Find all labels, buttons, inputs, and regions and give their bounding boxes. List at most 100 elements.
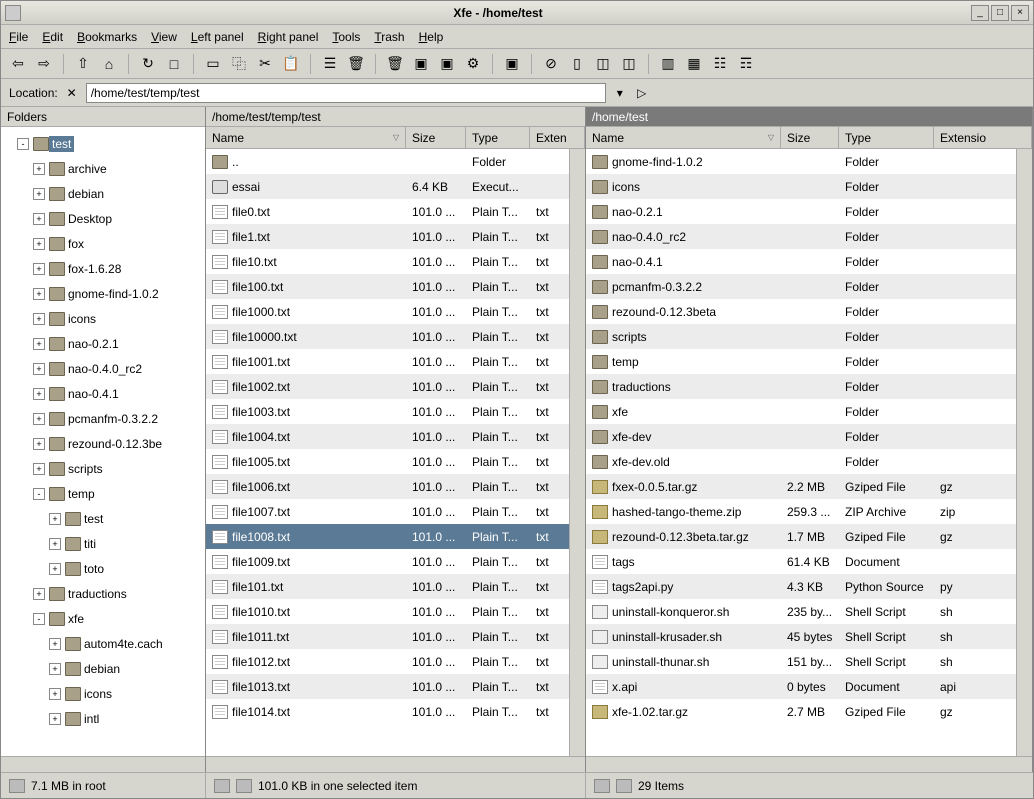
expander-icon[interactable]: + [49, 638, 61, 650]
table-row[interactable]: tags61.4 KBDocument [586, 549, 1016, 574]
table-row[interactable]: uninstall-krusader.sh45 bytesShell Scrip… [586, 624, 1016, 649]
table-row[interactable]: file1005.txt101.0 ...Plain T...txt [206, 449, 569, 474]
table-row[interactable]: file1003.txt101.0 ...Plain T...txt [206, 399, 569, 424]
expander-icon[interactable]: + [33, 588, 45, 600]
tree-item[interactable]: +toto [1, 556, 205, 581]
left-filelist[interactable]: ..Folderessai6.4 KBExecut...file0.txt101… [206, 149, 569, 756]
table-row[interactable]: file1007.txt101.0 ...Plain T...txt [206, 499, 569, 524]
tree-item[interactable]: +icons [1, 681, 205, 706]
table-row[interactable]: fxex-0.0.5.tar.gz2.2 MBGziped Filegz [586, 474, 1016, 499]
panel2-icon[interactable]: ◫ [592, 53, 614, 75]
expander-icon[interactable]: + [33, 213, 45, 225]
table-row[interactable]: rezound-0.12.3betaFolder [586, 299, 1016, 324]
tree-item[interactable]: -xfe [1, 606, 205, 631]
link-icon[interactable]: ⊘ [540, 53, 562, 75]
tree-item[interactable]: +scripts [1, 456, 205, 481]
expander-icon[interactable]: + [49, 663, 61, 675]
table-row[interactable]: file10.txt101.0 ...Plain T...txt [206, 249, 569, 274]
location-input[interactable] [86, 83, 606, 103]
table-row[interactable]: traductionsFolder [586, 374, 1016, 399]
fwd-icon[interactable]: ⇨ [33, 53, 55, 75]
col-name[interactable]: Name▽ [586, 127, 781, 148]
expander-icon[interactable]: + [49, 513, 61, 525]
table-row[interactable]: uninstall-thunar.sh151 by...Shell Script… [586, 649, 1016, 674]
panel3-icon[interactable]: ◫ [618, 53, 640, 75]
expander-icon[interactable]: + [33, 413, 45, 425]
tree-item[interactable]: +fox-1.6.28 [1, 256, 205, 281]
table-row[interactable]: file1012.txt101.0 ...Plain T...txt [206, 649, 569, 674]
expander-icon[interactable]: + [33, 463, 45, 475]
minimize-button[interactable]: _ [971, 5, 989, 21]
refresh-icon[interactable]: ↻ [137, 53, 159, 75]
table-row[interactable]: ..Folder [206, 149, 569, 174]
tree-item[interactable]: +rezound-0.12.3be [1, 431, 205, 456]
expander-icon[interactable]: + [33, 263, 45, 275]
props-icon[interactable]: ☰ [319, 53, 341, 75]
menu-left-panel[interactable]: Left panel [191, 30, 244, 44]
tree-item[interactable]: +debian [1, 656, 205, 681]
table-row[interactable]: gnome-find-1.0.2Folder [586, 149, 1016, 174]
left-hscroll[interactable] [206, 756, 585, 772]
close-button[interactable]: × [1011, 5, 1029, 21]
table-row[interactable]: file0.txt101.0 ...Plain T...txt [206, 199, 569, 224]
table-row[interactable]: file1000.txt101.0 ...Plain T...txt [206, 299, 569, 324]
tree-item[interactable]: +autom4te.cach [1, 631, 205, 656]
menu-bookmarks[interactable]: Bookmarks [77, 30, 137, 44]
expander-icon[interactable]: + [33, 338, 45, 350]
table-row[interactable]: file1008.txt101.0 ...Plain T...txt [206, 524, 569, 549]
col-ext[interactable]: Exten [530, 127, 585, 148]
expander-icon[interactable]: + [33, 313, 45, 325]
tree-item[interactable]: +icons [1, 306, 205, 331]
table-row[interactable]: xfeFolder [586, 399, 1016, 424]
menu-tools[interactable]: Tools [332, 30, 360, 44]
table-row[interactable]: xfe-1.02.tar.gz2.7 MBGziped Filegz [586, 699, 1016, 724]
expander-icon[interactable]: + [49, 563, 61, 575]
col-type[interactable]: Type [466, 127, 530, 148]
trash2-icon[interactable]: 🗑 [384, 53, 406, 75]
newfile-icon[interactable]: □ [163, 53, 185, 75]
table-row[interactable]: xfe-dev.oldFolder [586, 449, 1016, 474]
folders-hscroll[interactable] [1, 756, 205, 772]
view3-icon[interactable]: ☶ [735, 53, 757, 75]
table-row[interactable]: file1013.txt101.0 ...Plain T...txt [206, 674, 569, 699]
app3-icon[interactable]: ⚙ [462, 53, 484, 75]
table-row[interactable]: file1002.txt101.0 ...Plain T...txt [206, 374, 569, 399]
trash1-icon[interactable]: 🗑 [345, 53, 367, 75]
tree-item[interactable]: -test [1, 131, 205, 156]
right-hscroll[interactable] [586, 756, 1032, 772]
col-name[interactable]: Name▽ [206, 127, 406, 148]
right-vscroll[interactable] [1016, 149, 1032, 756]
menu-view[interactable]: View [151, 30, 177, 44]
table-row[interactable]: tempFolder [586, 349, 1016, 374]
tree-item[interactable]: +gnome-find-1.0.2 [1, 281, 205, 306]
menu-file[interactable]: File [9, 30, 28, 44]
newfolder-icon[interactable]: ▭ [202, 53, 224, 75]
up-icon[interactable]: ⇧ [72, 53, 94, 75]
app1-icon[interactable]: ▣ [410, 53, 432, 75]
tree-item[interactable]: +test [1, 506, 205, 531]
back-icon[interactable]: ⇦ [7, 53, 29, 75]
home-icon[interactable]: ⌂ [98, 53, 120, 75]
table-row[interactable]: uninstall-konqueror.sh235 by...Shell Scr… [586, 599, 1016, 624]
table-row[interactable]: file1011.txt101.0 ...Plain T...txt [206, 624, 569, 649]
tree-item[interactable]: +debian [1, 181, 205, 206]
view1-icon[interactable]: ▦ [683, 53, 705, 75]
table-row[interactable]: xfe-devFolder [586, 424, 1016, 449]
table-row[interactable]: file100.txt101.0 ...Plain T...txt [206, 274, 569, 299]
go-icon[interactable]: ▷ [634, 85, 650, 101]
panel1-icon[interactable]: ▯ [566, 53, 588, 75]
tree-item[interactable]: +titi [1, 531, 205, 556]
tree-item[interactable]: +traductions [1, 581, 205, 606]
table-row[interactable]: scriptsFolder [586, 324, 1016, 349]
col-size[interactable]: Size [781, 127, 839, 148]
table-row[interactable]: file1010.txt101.0 ...Plain T...txt [206, 599, 569, 624]
table-row[interactable]: tags2api.py4.3 KBPython Sourcepy [586, 574, 1016, 599]
expander-icon[interactable]: + [33, 388, 45, 400]
folder-tree[interactable]: -test+archive+debian+Desktop+fox+fox-1.6… [1, 127, 205, 756]
panel4-icon[interactable]: ▥ [657, 53, 679, 75]
table-row[interactable]: file1006.txt101.0 ...Plain T...txt [206, 474, 569, 499]
menu-right-panel[interactable]: Right panel [258, 30, 319, 44]
col-type[interactable]: Type [839, 127, 934, 148]
table-row[interactable]: x.api0 bytesDocumentapi [586, 674, 1016, 699]
tree-item[interactable]: +archive [1, 156, 205, 181]
